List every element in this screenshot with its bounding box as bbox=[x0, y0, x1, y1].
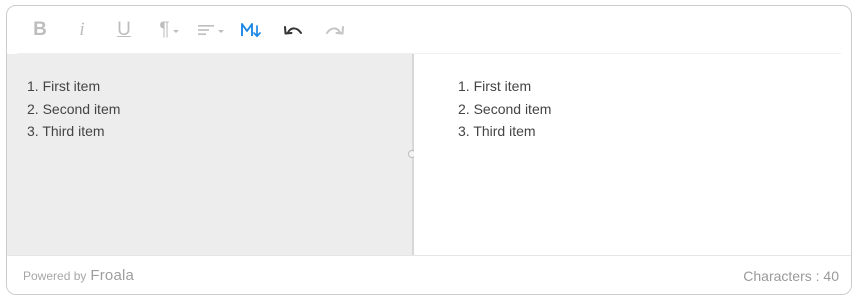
markdown-icon bbox=[241, 23, 261, 38]
source-list: 1. First item 2. Second item 3. Third it… bbox=[27, 75, 120, 143]
froala-editor: B i U ¶ 1. First item 2. Second item 3. … bbox=[6, 5, 852, 295]
toolbar: B i U ¶ bbox=[7, 6, 851, 54]
markdown-button[interactable] bbox=[239, 16, 263, 44]
split-editor-area: 1. First item 2. Second item 3. Third it… bbox=[7, 54, 851, 255]
redo-icon bbox=[326, 26, 344, 35]
source-list-item: 3. Third item bbox=[27, 123, 105, 139]
align-button[interactable] bbox=[193, 16, 227, 44]
italic-button[interactable]: i bbox=[71, 16, 93, 44]
preview-list-item: 3. Third item bbox=[458, 123, 536, 139]
bold-icon: B bbox=[33, 19, 47, 40]
italic-icon: i bbox=[79, 19, 85, 40]
powered-by-link[interactable]: Powered by Froala bbox=[23, 267, 134, 284]
undo-icon bbox=[284, 26, 302, 35]
character-counter: Characters : 40 bbox=[743, 268, 839, 284]
bold-button[interactable]: B bbox=[29, 16, 51, 44]
source-list-item: 2. Second item bbox=[27, 100, 121, 117]
redo-button[interactable] bbox=[323, 16, 347, 44]
paragraph-format-button[interactable]: ¶ bbox=[153, 16, 185, 44]
chevron-down-icon bbox=[172, 29, 179, 33]
markdown-source-pane[interactable]: 1. First item 2. Second item 3. Third it… bbox=[7, 54, 412, 255]
preview-list: 1. First item 2. Second item 3. Third it… bbox=[458, 75, 551, 143]
paragraph-icon: ¶ bbox=[159, 19, 170, 40]
underline-button[interactable]: U bbox=[113, 16, 135, 44]
froala-logo: Froala bbox=[90, 267, 135, 284]
source-list-item: 1. First item bbox=[27, 78, 101, 94]
undo-button[interactable] bbox=[281, 16, 305, 44]
preview-pane: 1. First item 2. Second item 3. Third it… bbox=[414, 54, 851, 255]
status-bar: Powered by Froala Characters : 40 bbox=[7, 255, 851, 294]
preview-list-item: 2. Second item bbox=[458, 100, 552, 117]
chevron-down-icon bbox=[217, 29, 224, 33]
align-left-icon bbox=[197, 25, 214, 35]
underline-icon: U bbox=[117, 19, 131, 40]
powered-by-label: Powered by bbox=[23, 269, 87, 283]
preview-list-item: 1. First item bbox=[458, 78, 532, 94]
